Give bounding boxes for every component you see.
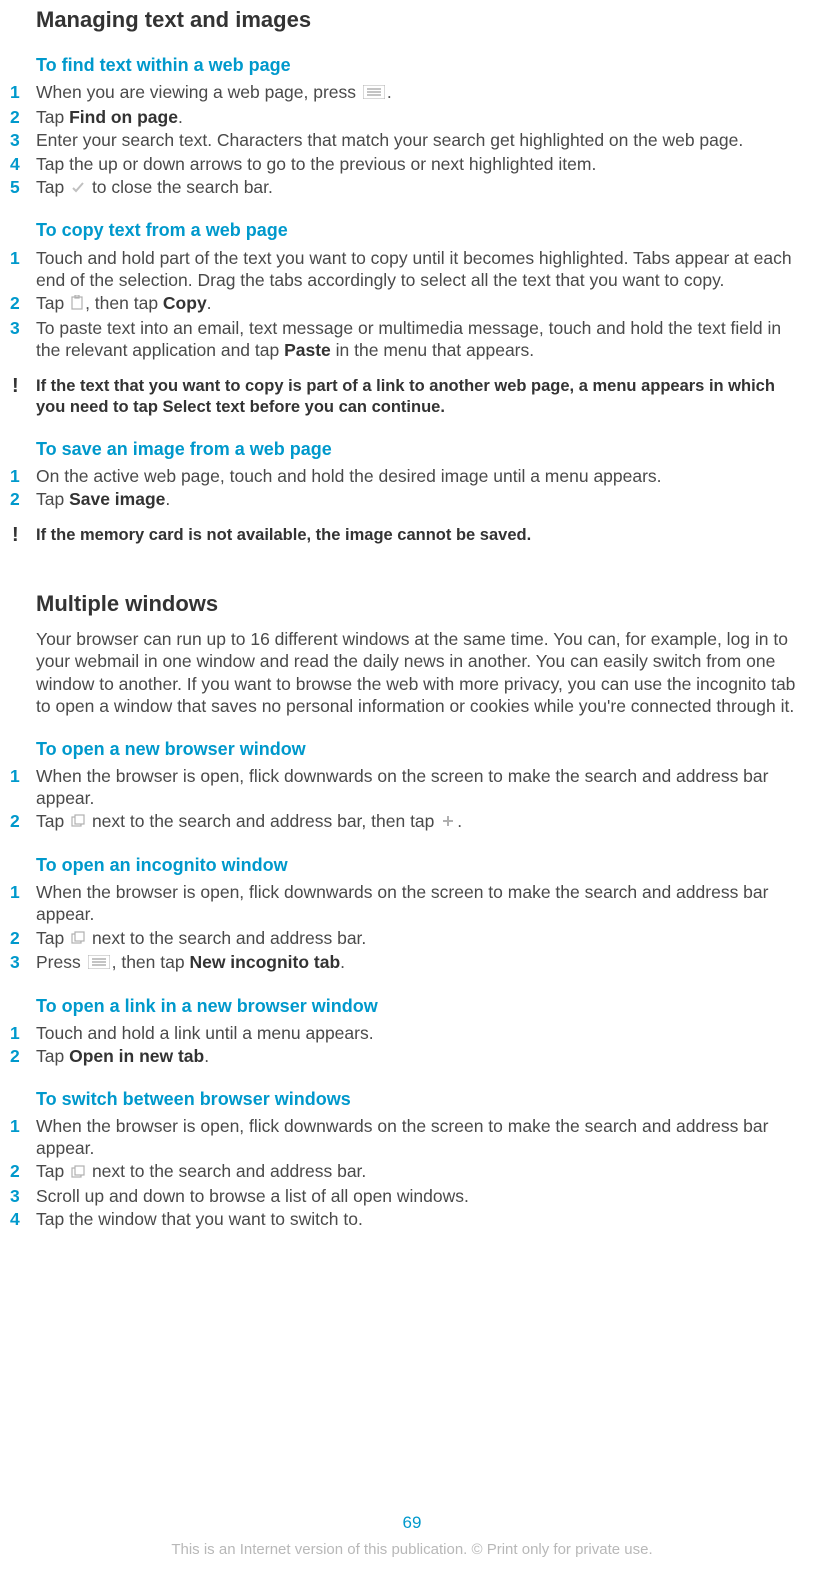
step-text: When you are viewing a web page, press . xyxy=(36,81,798,105)
menu-icon xyxy=(363,82,385,104)
step-number: 2 xyxy=(10,810,36,832)
footer: 69 This is an Internet version of this p… xyxy=(0,1512,824,1559)
note-text: If the text that you want to copy is par… xyxy=(36,376,798,418)
step-text: When the browser is open, flick downward… xyxy=(36,765,798,810)
step-text: Scroll up and down to browse a list of a… xyxy=(36,1185,798,1207)
tabs-icon xyxy=(71,811,85,833)
note-text: If the memory card is not available, the… xyxy=(36,525,798,546)
step-text: Enter your search text. Characters that … xyxy=(36,129,798,151)
step-number: 1 xyxy=(10,465,36,487)
menu-icon xyxy=(88,952,110,974)
step-text: Tap Save image. xyxy=(36,488,798,510)
step-number: 3 xyxy=(10,1185,36,1207)
step-text: Press , then tap New incognito tab. xyxy=(36,951,798,975)
step-number: 2 xyxy=(10,488,36,510)
step-number: 2 xyxy=(10,1160,36,1182)
step-text: To paste text into an email, text messag… xyxy=(36,317,798,362)
step-text: Tap next to the search and address bar, … xyxy=(36,810,798,834)
steps-copy-text: 1 Touch and hold part of the text you wa… xyxy=(36,247,798,362)
step-number: 1 xyxy=(10,881,36,903)
step-number: 1 xyxy=(10,1022,36,1044)
step-text: Tap to close the search bar. xyxy=(36,176,798,200)
steps-save-image: 1 On the active web page, touch and hold… xyxy=(36,465,798,511)
sub-switch-windows: To switch between browser windows xyxy=(36,1088,798,1111)
steps-open-incognito: 1 When the browser is open, flick downwa… xyxy=(36,881,798,975)
steps-open-new-window: 1 When the browser is open, flick downwa… xyxy=(36,765,798,834)
step-number: 1 xyxy=(10,81,36,103)
step-text: When the browser is open, flick downward… xyxy=(36,881,798,926)
important-icon: ! xyxy=(10,525,36,545)
sub-save-image: To save an image from a web page xyxy=(36,438,798,461)
step-number: 2 xyxy=(10,106,36,128)
important-icon: ! xyxy=(10,376,36,396)
step-text: On the active web page, touch and hold t… xyxy=(36,465,798,487)
heading-managing: Managing text and images xyxy=(36,6,798,34)
sub-open-link-new: To open a link in a new browser window xyxy=(36,995,798,1018)
step-text: When the browser is open, flick downward… xyxy=(36,1115,798,1160)
step-text: Tap , then tap Copy. xyxy=(36,292,798,316)
check-icon xyxy=(71,177,85,199)
sub-open-incognito: To open an incognito window xyxy=(36,854,798,877)
paragraph-multiple-windows: Your browser can run up to 16 different … xyxy=(36,628,798,718)
plus-icon xyxy=(441,811,455,833)
steps-switch-windows: 1 When the browser is open, flick downwa… xyxy=(36,1115,798,1231)
sub-open-new-window: To open a new browser window xyxy=(36,738,798,761)
step-text: Tap next to the search and address bar. xyxy=(36,1160,798,1184)
step-text: Tap Find on page. xyxy=(36,106,798,128)
sub-copy-text: To copy text from a web page xyxy=(36,219,798,242)
step-text: Touch and hold part of the text you want… xyxy=(36,247,798,292)
footer-text: This is an Internet version of this publ… xyxy=(0,1540,824,1559)
clipboard-icon xyxy=(71,293,83,315)
step-number: 4 xyxy=(10,153,36,175)
note-memory-card: ! If the memory card is not available, t… xyxy=(36,525,798,546)
step-number: 3 xyxy=(10,129,36,151)
step-number: 2 xyxy=(10,292,36,314)
step-number: 1 xyxy=(10,247,36,269)
step-number: 2 xyxy=(10,1045,36,1067)
steps-open-link-new: 1 Touch and hold a link until a menu app… xyxy=(36,1022,798,1068)
steps-find-text: 1 When you are viewing a web page, press… xyxy=(36,81,798,199)
step-number: 4 xyxy=(10,1208,36,1230)
step-text: Touch and hold a link until a menu appea… xyxy=(36,1022,798,1044)
tabs-icon xyxy=(71,1162,85,1184)
step-number: 1 xyxy=(10,765,36,787)
sub-find-text: To find text within a web page xyxy=(36,54,798,77)
step-number: 3 xyxy=(10,951,36,973)
heading-multiple-windows: Multiple windows xyxy=(36,590,798,618)
note-copy-link: ! If the text that you want to copy is p… xyxy=(36,376,798,418)
page-number: 69 xyxy=(0,1512,824,1534)
step-text: Tap next to the search and address bar. xyxy=(36,927,798,951)
step-number: 2 xyxy=(10,927,36,949)
step-text: Tap the up or down arrows to go to the p… xyxy=(36,153,798,175)
tabs-icon xyxy=(71,928,85,950)
step-text: Tap Open in new tab. xyxy=(36,1045,798,1067)
step-number: 5 xyxy=(10,176,36,198)
step-text: Tap the window that you want to switch t… xyxy=(36,1208,798,1230)
step-number: 1 xyxy=(10,1115,36,1137)
step-number: 3 xyxy=(10,317,36,339)
